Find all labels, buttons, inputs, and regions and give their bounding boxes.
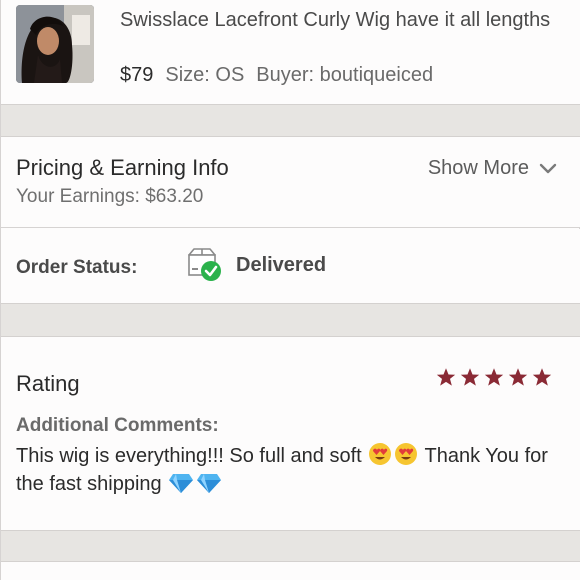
gem-emoji-icon [169, 474, 194, 493]
package-delivered-icon [186, 247, 224, 283]
comment-text-part1: This wig is everything!!! So full and so… [16, 445, 362, 467]
earnings-text: Your Earnings: $63.20 [16, 186, 204, 207]
star-icon [532, 368, 552, 386]
star-icon [436, 368, 456, 386]
product-summary[interactable]: Swisslace Lacefront Curly Wig have it al… [1, 0, 580, 104]
rating-section: Rating Additional Comments: This wig is … [1, 337, 580, 530]
product-size: Size: OS [165, 64, 245, 86]
gem-emoji-icon [197, 474, 222, 493]
star-rating [436, 367, 552, 387]
order-status-section: Order Status: Delivered [1, 229, 580, 303]
show-more-button[interactable]: Show More [428, 157, 557, 180]
section-divider [1, 530, 580, 562]
order-status-label: Order Status: [16, 257, 138, 278]
product-price: $79 [120, 64, 154, 86]
product-title[interactable]: Swisslace Lacefront Curly Wig have it al… [120, 6, 560, 34]
pricing-section: Pricing & Earning Info Your Earnings: $6… [1, 137, 580, 228]
buyer-name[interactable]: Buyer: boutiqueiced [256, 64, 433, 86]
rating-heading: Rating [16, 371, 80, 396]
product-meta: $79 Size: OS Buyer: boutiqueiced [120, 62, 433, 88]
pricing-heading: Pricing & Earning Info [16, 155, 229, 180]
heart-eyes-emoji-icon [369, 443, 392, 465]
order-detail-screen: Swisslace Lacefront Curly Wig have it al… [0, 0, 580, 580]
buyer-comment: This wig is everything!!! So full and so… [16, 442, 566, 498]
chevron-down-icon [539, 163, 557, 173]
star-icon [484, 368, 504, 386]
star-icon [460, 368, 480, 386]
show-more-label: Show More [427, 157, 529, 179]
order-status-value: Delivered [236, 254, 327, 276]
section-divider [1, 104, 580, 137]
additional-comments-label: Additional Comments: [16, 415, 219, 436]
star-icon [508, 368, 528, 386]
section-divider [1, 303, 580, 337]
next-section-edge [1, 562, 580, 580]
heart-eyes-emoji-icon [395, 443, 418, 465]
product-thumbnail[interactable] [16, 5, 94, 83]
